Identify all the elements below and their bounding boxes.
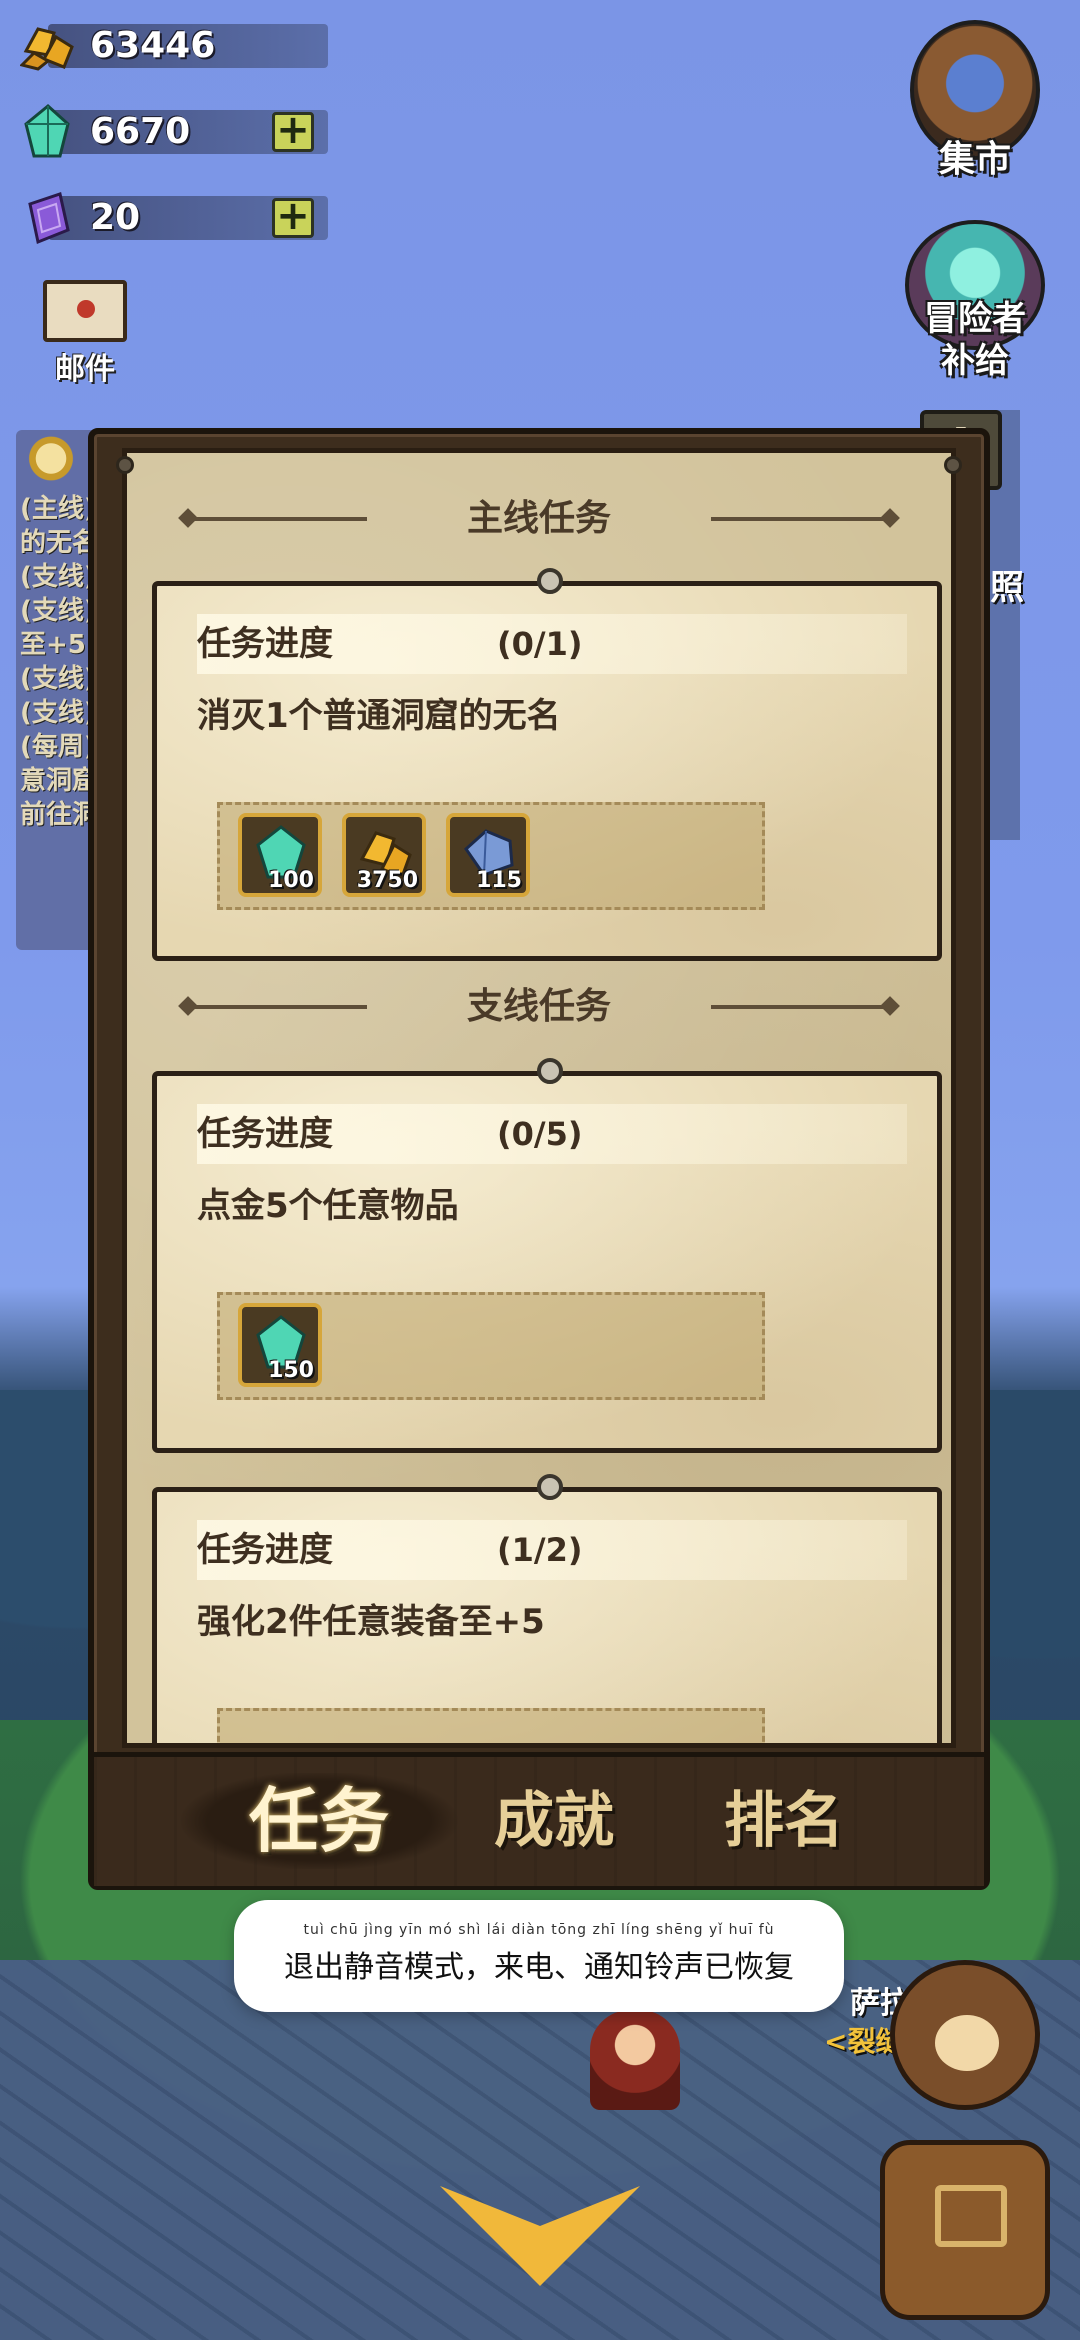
- side-quest-title: 支线任务: [466, 986, 611, 1027]
- divider-left: [187, 1005, 367, 1009]
- tracker-row: 意洞窟: [20, 766, 96, 796]
- market-button[interactable]: 集市: [900, 20, 1050, 210]
- main-quest-header: 主线任务: [127, 489, 951, 549]
- progress-label: 任务进度: [197, 624, 333, 664]
- supply-label: 冒险者 补给: [924, 299, 1026, 381]
- pin-icon: [537, 1474, 563, 1500]
- panel-rivet: [116, 456, 134, 474]
- progress-value: (0/1): [497, 625, 583, 663]
- quest-list[interactable]: 主线任务 任务进度 (0/1) 消灭1个普通洞窟的无名 100 3750 115…: [122, 448, 956, 1748]
- main-quest-title: 主线任务: [466, 498, 611, 539]
- quest-tracker[interactable]: (主线) 的无名 (支线) (支线) 至+5 (支线) (支线) (每周) 意洞…: [16, 430, 96, 950]
- quest-description: 点金5个任意物品: [197, 1186, 459, 1226]
- pin-icon: [537, 568, 563, 594]
- toast-pinyin: tuì chū jìng yīn mó shì lái diàn tōng zh…: [303, 1922, 775, 1938]
- reward-box: 150: [217, 1292, 765, 1400]
- quest-description: 强化2件任意装备至+5: [197, 1602, 545, 1642]
- crystal-value: 6670: [90, 111, 191, 152]
- progress-row: 任务进度 (0/1): [197, 614, 907, 674]
- hero-character[interactable]: [590, 2010, 680, 2110]
- tracker-row: 至+5: [20, 630, 86, 660]
- reward-count: 3750: [356, 868, 418, 893]
- tracker-row: (支线): [20, 562, 96, 592]
- market-label: 集市: [938, 139, 1011, 180]
- divider-left: [187, 517, 367, 521]
- tracker-row: (主线): [20, 494, 96, 524]
- quest-panel: 主线任务 任务进度 (0/1) 消灭1个普通洞窟的无名 100 3750 115…: [88, 428, 990, 1890]
- reward-count: 150: [268, 1358, 314, 1383]
- crystal-icon: [18, 104, 78, 160]
- quest-card[interactable]: 任务进度 (0/1) 消灭1个普通洞窟的无名 100 3750 115: [152, 568, 942, 961]
- system-toast: tuì chū jìng yīn mó shì lái diàn tōng zh…: [234, 1900, 844, 2012]
- progress-value: (0/5): [497, 1115, 583, 1153]
- divider-right: [711, 1005, 891, 1009]
- tracker-row: (支线): [20, 664, 96, 694]
- scroll-counter: 20 +: [18, 190, 328, 246]
- mail-label: 邮件: [55, 352, 115, 387]
- envelope-icon: [43, 280, 127, 342]
- search-icon[interactable]: [24, 436, 84, 486]
- progress-label: 任务进度: [197, 1114, 333, 1154]
- quest-card[interactable]: 任务进度 (1/2) 强化2件任意装备至+5: [152, 1474, 942, 1743]
- panel-tab-bar: 任务 成就 排名: [94, 1752, 984, 1886]
- side-quest-header: 支线任务: [127, 977, 951, 1037]
- scroll-value: 20: [90, 197, 141, 238]
- progress-value: (1/2): [497, 1531, 583, 1569]
- backpack-icon[interactable]: [880, 2140, 1050, 2320]
- right-fragment-label: 照: [990, 568, 1024, 608]
- tab-achievements[interactable]: 成就: [454, 1773, 654, 1869]
- quest-card[interactable]: 任务进度 (0/5) 点金5个任意物品 150: [152, 1058, 942, 1453]
- tracker-row: 前往洞: [20, 800, 96, 830]
- gold-value: 63446: [90, 25, 216, 66]
- tracker-row: (支线): [20, 596, 96, 626]
- tracker-row: (支线): [20, 698, 96, 728]
- divider-right: [711, 517, 891, 521]
- reward-count: 115: [476, 868, 522, 893]
- tracker-row: (每周): [20, 732, 96, 762]
- purple-scroll-icon: [18, 190, 78, 246]
- progress-row: 任务进度 (1/2): [197, 1520, 907, 1580]
- gold-ore-icon: [18, 18, 78, 74]
- adventurer-supply-button[interactable]: 冒险者 补给: [895, 220, 1055, 410]
- progress-row: 任务进度 (0/5): [197, 1104, 907, 1164]
- reward-item[interactable]: 100: [238, 813, 322, 897]
- reward-item[interactable]: 115: [446, 813, 530, 897]
- tab-quests[interactable]: 任务: [174, 1773, 464, 1869]
- add-crystal-button[interactable]: +: [272, 110, 314, 152]
- add-scroll-button[interactable]: +: [272, 196, 314, 238]
- tracker-row: 的无名: [20, 528, 96, 558]
- panel-rivet: [944, 456, 962, 474]
- mail-button[interactable]: 邮件: [40, 280, 130, 390]
- reward-count: 100: [268, 868, 314, 893]
- tab-ranking[interactable]: 排名: [684, 1773, 884, 1869]
- progress-label: 任务进度: [197, 1530, 333, 1570]
- crystal-counter: 6670 +: [18, 104, 328, 160]
- gold-counter: 63446: [18, 18, 328, 74]
- reward-box: 100 3750 115: [217, 802, 765, 910]
- reward-box: [217, 1708, 765, 1743]
- pin-icon: [537, 1058, 563, 1084]
- reward-item[interactable]: 150: [238, 1303, 322, 1387]
- quest-description: 消灭1个普通洞窟的无名: [197, 696, 561, 736]
- toast-text: 退出静音模式，来电、通知铃声已恢复: [284, 1950, 794, 1985]
- reward-item[interactable]: 3750: [342, 813, 426, 897]
- paw-button-icon[interactable]: [890, 1960, 1040, 2110]
